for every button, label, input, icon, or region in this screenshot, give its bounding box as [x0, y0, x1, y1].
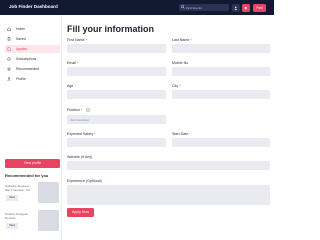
experience-label: Experience (Optional) [67, 179, 102, 183]
user-button[interactable] [232, 3, 240, 12]
recommended-card: Software Engineer San Francisco, CA View [5, 182, 60, 206]
post-button[interactable]: Post [253, 3, 266, 12]
email-label: Email * [67, 61, 79, 65]
sidebar-item-profile[interactable]: Profile [5, 75, 60, 83]
sidebar-item-home[interactable]: Home [5, 25, 60, 33]
position-label: Position * [67, 108, 83, 112]
home-icon [7, 27, 11, 31]
recommended-thumbnail [38, 210, 59, 231]
search-icon [181, 5, 185, 10]
website-label: Website (If Any) [67, 155, 93, 159]
recommended-view-button[interactable]: View [6, 223, 18, 229]
last-name-field[interactable] [172, 44, 270, 53]
first-name-label: First Name * [67, 38, 87, 42]
city-label: City * [172, 84, 181, 88]
sidebar-item-recommended[interactable]: Recommended [5, 65, 60, 73]
start-date-field[interactable] [172, 138, 270, 147]
notifications-button[interactable] [242, 3, 250, 12]
file-icon [7, 47, 11, 51]
recommended-title: Recommended for you [5, 173, 49, 178]
main-content: Fill your information First Name * Last … [62, 15, 274, 240]
user-icon [234, 6, 238, 10]
info-icon[interactable] [86, 107, 90, 112]
search-placeholder: Find Events [186, 5, 202, 10]
app-title: Job Finder Dashboard [9, 4, 58, 9]
expected-salary-label: Expected Salary * [67, 132, 96, 136]
email-field[interactable] [67, 67, 166, 76]
sidebar-item-subscriptions[interactable]: Subscriptions [5, 55, 60, 63]
sidebar: Home Saved Applied Subscriptions Recomme… [0, 15, 62, 240]
start-date-label: Start Date * [172, 132, 191, 136]
sidebar-item-label: Applied [16, 47, 28, 52]
experience-field[interactable] [67, 185, 270, 205]
bell-icon [7, 57, 11, 61]
last-name-label: Last Name * [172, 38, 192, 42]
page-title: Fill your information [67, 24, 154, 34]
sidebar-item-label: Recommended [16, 67, 39, 72]
sidebar-item-label: Profile [16, 77, 26, 82]
website-field[interactable] [67, 161, 270, 170]
recommended-line: Remote [5, 216, 16, 220]
expected-salary-field[interactable] [67, 138, 166, 147]
position-field[interactable]: Web Developer [67, 115, 166, 124]
star-icon [7, 67, 11, 71]
recommended-line: San Francisco, CA [5, 188, 31, 192]
apply-now-button[interactable]: Apply Now [67, 208, 94, 217]
sidebar-item-saved[interactable]: Saved [5, 35, 60, 43]
recommended-view-button[interactable]: View [6, 195, 18, 201]
mobile-label: Mobile No [172, 61, 189, 65]
view-profile-button[interactable]: View profile [5, 159, 60, 168]
age-label: Age * [67, 84, 76, 88]
first-name-field[interactable] [67, 44, 166, 53]
position-placeholder: Web Developer [70, 118, 90, 122]
search-input[interactable]: Find Events [179, 4, 229, 11]
age-field[interactable] [67, 90, 166, 99]
city-field[interactable] [172, 90, 270, 99]
sidebar-item-applied[interactable]: Applied [5, 45, 60, 53]
sidebar-item-label: Home [16, 27, 26, 32]
mobile-field[interactable] [172, 67, 270, 76]
sidebar-item-label: Saved [16, 37, 26, 42]
bookmark-icon [7, 37, 11, 41]
recommended-card: Product Designer Remote View [5, 210, 60, 234]
sidebar-item-label: Subscriptions [16, 57, 37, 62]
bell-icon [244, 6, 247, 10]
recommended-thumbnail [38, 182, 59, 203]
top-bar: Job Finder Dashboard Find Events Post [0, 0, 274, 15]
user-icon [7, 77, 11, 81]
